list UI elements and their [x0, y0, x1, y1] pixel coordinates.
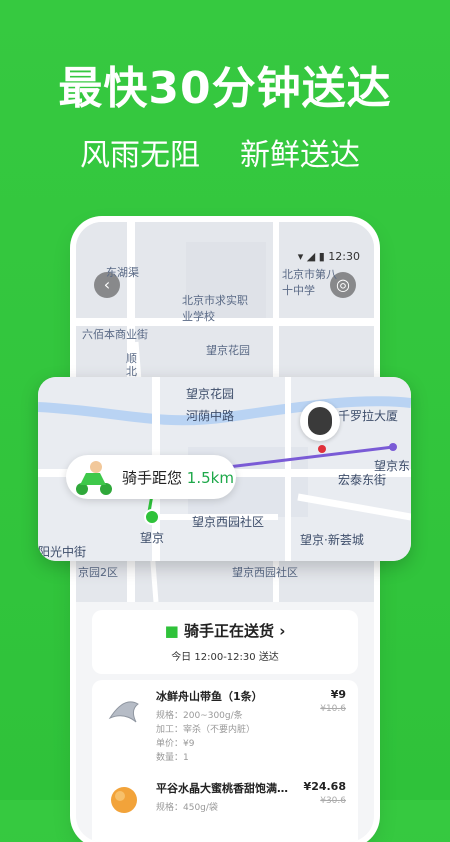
subtitle-right: 新鲜送达 — [240, 138, 360, 173]
delivery-title: 骑手正在送货 — [183, 622, 274, 640]
map-label: 望京 — [140, 531, 165, 545]
destination-pin-icon — [318, 445, 326, 453]
wifi-icon: ▾ — [297, 250, 304, 263]
peach-icon — [111, 787, 137, 813]
rider-distance-pill: 骑手距您 1.5km — [66, 455, 236, 499]
map-label: 千罗拉大厦 — [338, 409, 399, 423]
delivery-status-card[interactable]: ■ 骑手正在送货 › 今日 12:00-12:30 送达 — [92, 610, 358, 674]
map-label: 望京西园社区 — [232, 566, 298, 579]
fish-icon — [108, 701, 139, 723]
subtitle-left: 风雨无阻 — [80, 138, 200, 173]
status-time: 12:30 — [328, 250, 360, 263]
headline: 最快30分钟送达 — [58, 63, 392, 114]
list-item[interactable]: 平谷水晶大蜜桃香甜饱满… ¥24.68 ¥30.6 规格：450g/袋 — [92, 772, 358, 842]
rider-location-icon — [144, 509, 160, 525]
battery-icon: ▮ — [318, 250, 325, 263]
signal-icon: ◢ — [306, 250, 316, 263]
rider-scooter-icon — [76, 461, 112, 495]
map-label: 望京花园 — [186, 387, 235, 401]
chevron-right-icon: › — [274, 622, 286, 640]
map-label: 北京市求实职业学校 — [182, 294, 248, 323]
map-label: 六佰本商业街 — [82, 328, 148, 341]
map-label: 望京西园社区 — [192, 515, 265, 529]
map-label: 望京·新荟城 — [300, 533, 364, 547]
truck-icon: ■ — [164, 622, 184, 640]
map-callout[interactable]: 望京花园 河荫中路 千罗拉大厦 望京东 宏泰东街 望京西园社区 望京·新荟城 阳… — [38, 377, 411, 561]
map-label: 北京市第八十中学 — [282, 268, 337, 297]
map-label: 东湖渠 — [106, 266, 139, 279]
delivery-time: 今日 12:00-12:30 送达 — [171, 652, 279, 663]
status-bar: ▾ ◢ ▮ 12:30 — [298, 250, 360, 263]
map-label: 河荫中路 — [186, 409, 235, 423]
rider-distance: 1.5km — [186, 469, 234, 487]
rider-text: 骑手距您 — [122, 469, 183, 487]
delivery-title-row: ■ 骑手正在送货 › — [92, 620, 358, 641]
user-avatar — [300, 401, 340, 441]
map-label: 望京花园 — [206, 344, 250, 357]
map-label: 宏泰东街 — [338, 473, 387, 487]
order-items-card: 冰鲜舟山带鱼（1条） ¥9 ¥10.6 规格：200~300g/条 加工：宰杀（… — [92, 680, 358, 842]
map-label: 京园2区 — [78, 566, 118, 579]
map-label: 阳光中街 — [38, 545, 87, 559]
list-item[interactable]: 冰鲜舟山带鱼（1条） ¥9 ¥10.6 规格：200~300g/条 加工：宰杀（… — [92, 680, 358, 780]
